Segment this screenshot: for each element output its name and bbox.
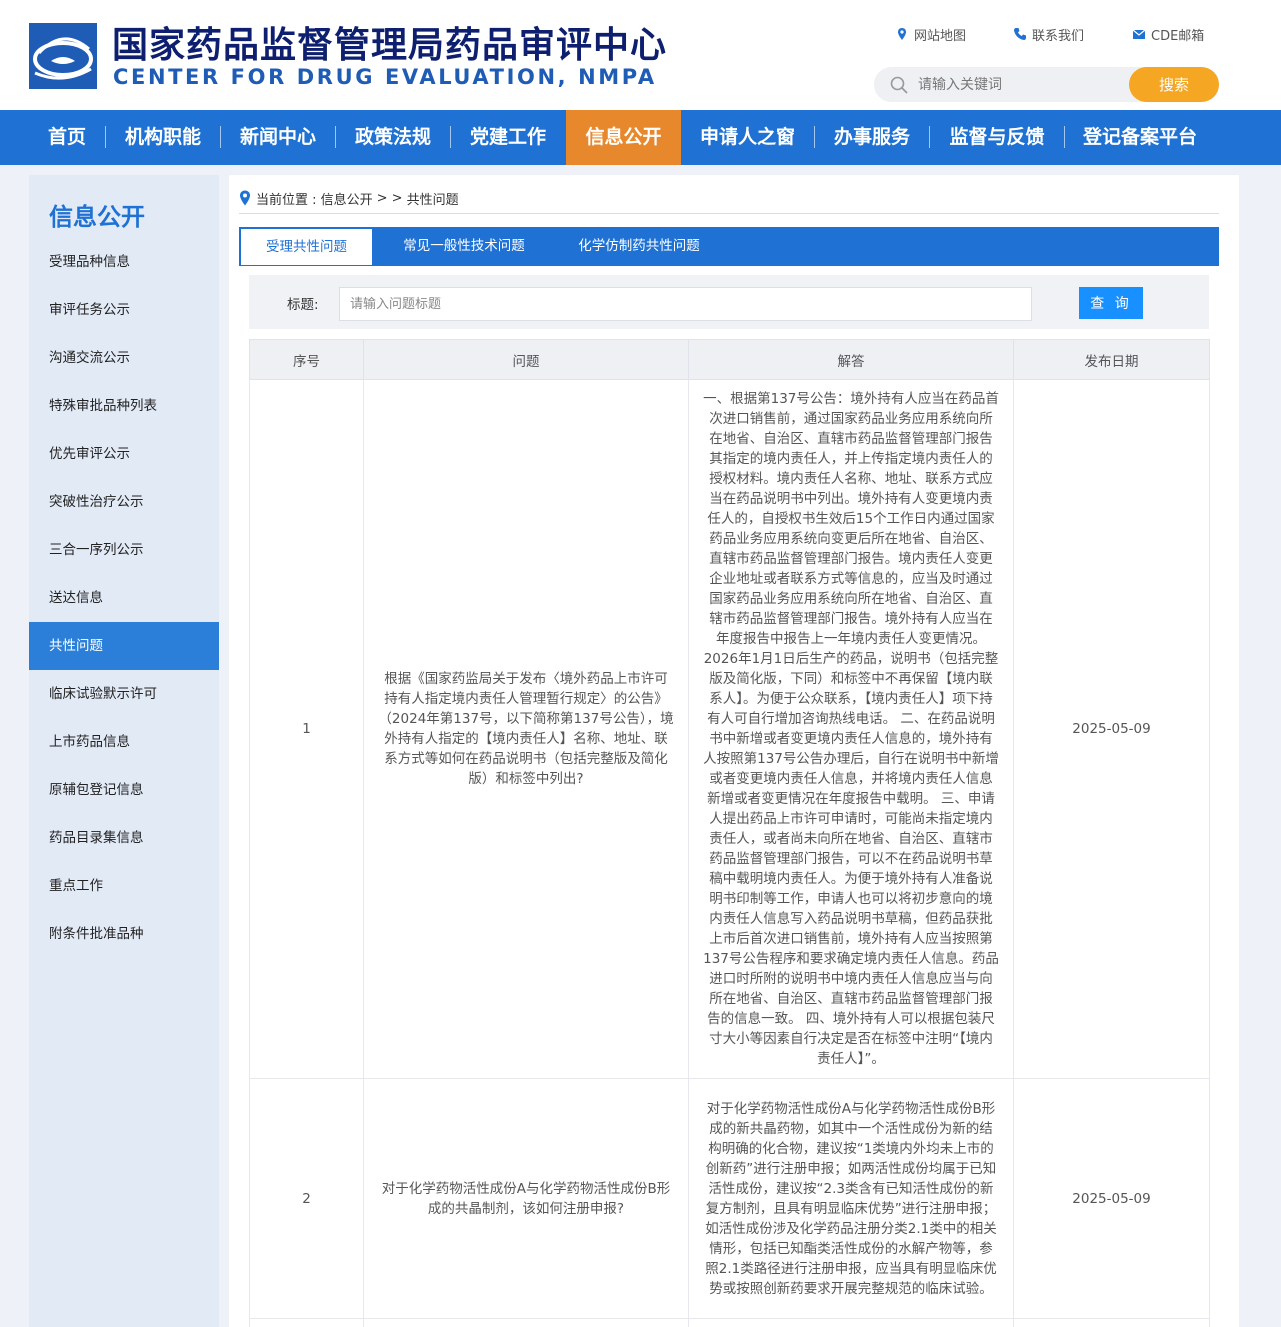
row-number bbox=[249, 1318, 364, 1327]
query-button[interactable]: 查 询 bbox=[1079, 287, 1143, 319]
sidebar-item-three-in-one[interactable]: 三合一序列公示 bbox=[29, 526, 219, 574]
row-answer: 对于化学药物活性成份A与化学药物活性成份B形成的新共晶药物，如其中一个活性成份为… bbox=[688, 1078, 1014, 1319]
sidebar-item-communication[interactable]: 沟通交流公示 bbox=[29, 334, 219, 382]
breadcrumb: 当前位置 : 信息公开 > > 共性问题 bbox=[239, 188, 463, 208]
row-number: 1 bbox=[249, 379, 364, 1079]
breadcrumb-prefix[interactable]: 当前位置 : 信息公开 bbox=[256, 189, 373, 208]
table-row: 1 根据《国家药监局关于发布〈境外药品上市许可持有人指定境内责任人管理暂行规定〉… bbox=[249, 379, 1210, 1079]
table-row: 2 对于化学药物活性成份A与化学药物活性成份B形成的共晶制剂，该如何注册申报? … bbox=[249, 1078, 1210, 1319]
location-pin-icon bbox=[898, 28, 906, 40]
row-date bbox=[1013, 1318, 1210, 1327]
nav-item-info-disclosure[interactable]: 信息公开 bbox=[566, 110, 681, 165]
sidebar: 信息公开 受理品种信息 审评任务公示 沟通交流公示 特殊审批品种列表 优先审评公… bbox=[29, 175, 219, 1327]
site-title: 国家药品监督管理局药品审评中心 bbox=[112, 25, 668, 66]
search-button[interactable]: 搜索 bbox=[1129, 67, 1219, 102]
tab-general-technical-questions[interactable]: 常见一般性技术问题 bbox=[384, 227, 544, 265]
site-search: 搜索 bbox=[874, 67, 1219, 102]
filter-bar: 标题: 查 询 bbox=[249, 275, 1209, 329]
tab-accepted-common-questions[interactable]: 受理共性问题 bbox=[241, 229, 372, 265]
breadcrumb-separator: > > bbox=[376, 190, 403, 206]
sidebar-item-excipients[interactable]: 原辅包登记信息 bbox=[29, 766, 219, 814]
nav-item-functions[interactable]: 机构职能 bbox=[106, 110, 220, 165]
sidebar-item-marketed-drugs[interactable]: 上市药品信息 bbox=[29, 718, 219, 766]
row-question[interactable]: 根据《国家药监局关于发布〈境外药品上市许可持有人指定境内责任人管理暂行规定〉的公… bbox=[363, 379, 689, 1079]
nav-item-home[interactable]: 首页 bbox=[29, 110, 105, 165]
main-content: 当前位置 : 信息公开 > > 共性问题 受理共性问题 常见一般性技术问题 化学… bbox=[229, 175, 1239, 1327]
row-question bbox=[363, 1318, 689, 1327]
cde-mail-label: CDE邮箱 bbox=[1151, 28, 1205, 44]
sidebar-item-drug-catalog[interactable]: 药品目录集信息 bbox=[29, 814, 219, 862]
sidebar-item-conditional-approval[interactable]: 附条件批准品种 bbox=[29, 910, 219, 958]
sidebar-title: 信息公开 bbox=[49, 203, 145, 231]
row-question[interactable]: 对于化学药物活性成份A与化学药物活性成份B形成的共晶制剂，该如何注册申报? bbox=[363, 1078, 689, 1319]
sidebar-item-breakthrough[interactable]: 突破性治疗公示 bbox=[29, 478, 219, 526]
breadcrumb-current: 共性问题 bbox=[406, 192, 459, 208]
tab-generic-drug-questions[interactable]: 化学仿制药共性问题 bbox=[564, 227, 714, 265]
nav-item-party[interactable]: 党建工作 bbox=[451, 110, 565, 165]
title-filter-label: 标题: bbox=[287, 297, 319, 313]
tab-bar-underline bbox=[239, 265, 1219, 266]
cde-logo-icon[interactable] bbox=[29, 23, 97, 89]
nav-item-news[interactable]: 新闻中心 bbox=[221, 110, 335, 165]
column-header-number: 序号 bbox=[249, 339, 364, 380]
row-answer bbox=[688, 1318, 1014, 1327]
search-icon bbox=[890, 76, 908, 94]
nav-item-registration-platform[interactable]: 登记备案平台 bbox=[1065, 110, 1215, 165]
title-filter-input[interactable] bbox=[339, 287, 1032, 321]
top-links: 网站地图 联系我们 CDE邮箱 bbox=[895, 24, 1204, 44]
row-answer: 一、根据第137号公告：境外持有人应当在药品首次进口销售前，通过国家药品业务应用… bbox=[688, 379, 1014, 1079]
tab-bar: 受理共性问题 常见一般性技术问题 化学仿制药共性问题 bbox=[239, 227, 1219, 265]
site-header: 国家药品监督管理局药品审评中心 CENTER FOR DRUG EVALUATI… bbox=[0, 0, 1281, 110]
row-date: 2025-05-09 bbox=[1013, 1078, 1210, 1319]
sidebar-item-accepted-varieties[interactable]: 受理品种信息 bbox=[29, 238, 219, 286]
location-pin-icon bbox=[240, 190, 250, 206]
nav-item-feedback[interactable]: 监督与反馈 bbox=[930, 110, 1064, 165]
sidebar-item-priority-review[interactable]: 优先审评公示 bbox=[29, 430, 219, 478]
breadcrumb-divider bbox=[239, 213, 1219, 214]
sidebar-item-review-tasks[interactable]: 审评任务公示 bbox=[29, 286, 219, 334]
sidebar-item-key-work[interactable]: 重点工作 bbox=[29, 862, 219, 910]
site-map-link[interactable]: 网站地图 bbox=[895, 24, 1013, 44]
main-nav: 首页 机构职能 新闻中心 政策法规 党建工作 信息公开 申请人之窗 办事服务 监… bbox=[0, 110, 1281, 165]
sidebar-item-common-questions[interactable]: 共性问题 bbox=[29, 622, 219, 670]
nav-item-policy[interactable]: 政策法规 bbox=[336, 110, 450, 165]
contact-us-link[interactable]: 联系我们 bbox=[1013, 24, 1132, 44]
table-header-row: 序号 问题 解答 发布日期 bbox=[249, 339, 1210, 380]
site-subtitle: CENTER FOR DRUG EVALUATION, NMPA bbox=[113, 65, 657, 89]
column-header-answer: 解答 bbox=[688, 339, 1014, 380]
sidebar-item-clinical-trial[interactable]: 临床试验默示许可 bbox=[29, 670, 219, 718]
search-input[interactable] bbox=[918, 73, 1123, 97]
sidebar-item-delivery-info[interactable]: 送达信息 bbox=[29, 574, 219, 622]
sidebar-item-special-approval[interactable]: 特殊审批品种列表 bbox=[29, 382, 219, 430]
contact-us-label: 联系我们 bbox=[1032, 28, 1085, 44]
phone-icon bbox=[1014, 28, 1026, 40]
cde-mail-link[interactable]: CDE邮箱 bbox=[1132, 24, 1204, 44]
questions-table: 序号 问题 解答 发布日期 1 根据《国家药监局关于发布〈境外药品上市许可持有人… bbox=[249, 339, 1210, 1327]
row-number: 2 bbox=[249, 1078, 364, 1319]
row-date: 2025-05-09 bbox=[1013, 379, 1210, 1079]
column-header-question: 问题 bbox=[363, 339, 689, 380]
mail-icon bbox=[1132, 29, 1146, 39]
column-header-date: 发布日期 bbox=[1013, 339, 1210, 380]
nav-item-applicant[interactable]: 申请人之窗 bbox=[681, 110, 814, 165]
nav-item-services[interactable]: 办事服务 bbox=[815, 110, 929, 165]
table-row bbox=[249, 1318, 1210, 1327]
site-map-label: 网站地图 bbox=[914, 28, 967, 44]
